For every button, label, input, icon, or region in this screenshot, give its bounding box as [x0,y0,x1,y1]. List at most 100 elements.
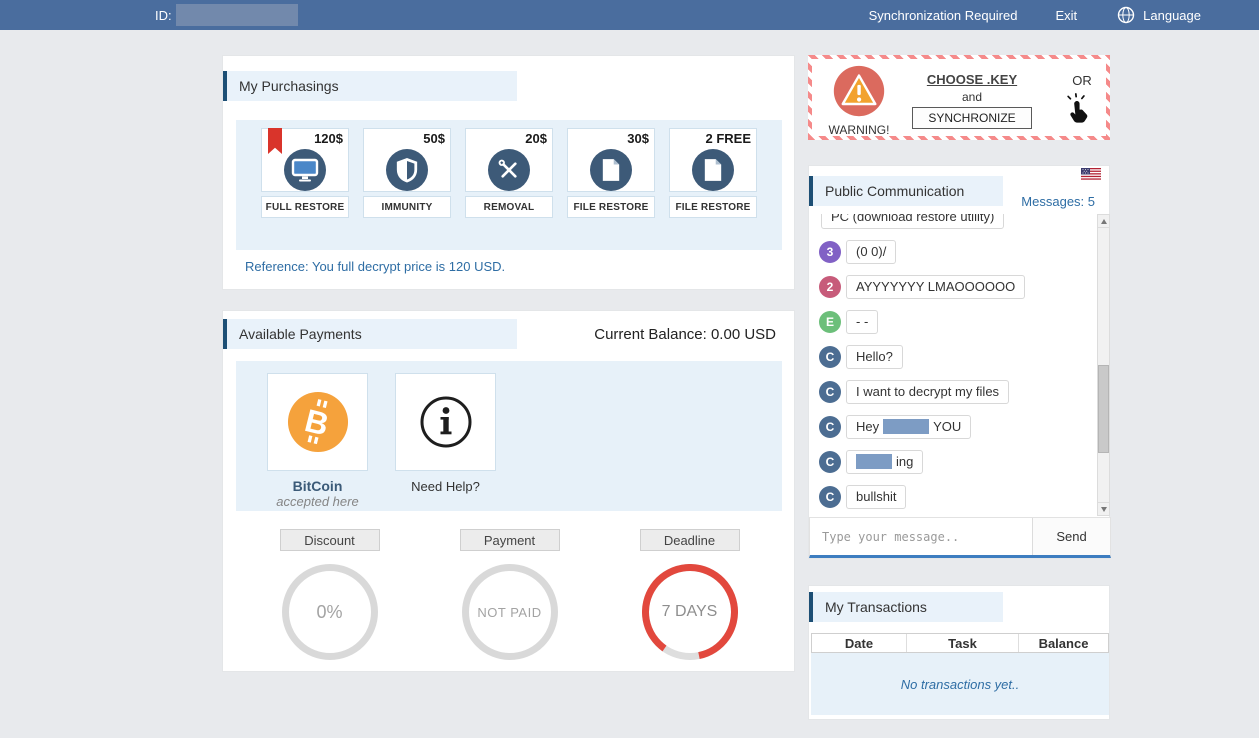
file-icon [590,149,632,191]
bitcoin-label: BitCoin [292,478,343,494]
product-tile-file-restore-free[interactable]: 2 FREE FILE RESTORE [669,128,757,250]
product-box: 20$ [465,128,553,192]
chat-message: PC (download restore utility) [821,214,1096,229]
click-hand-cursor-icon [1064,93,1094,130]
available-payments-header: Available Payments [223,319,517,349]
chat-message: C bullshit [819,485,1096,509]
warning-icon-column: WARNING! [828,65,890,137]
chat-bubble: bullshit [846,485,907,509]
payment-methods-area: B BitCoin accepted here Need Help? [236,361,782,511]
avatar: C [819,451,841,473]
chat-message: C I want to decrypt my files [819,380,1096,404]
redacted-text [883,419,930,434]
chat-message: 3 (0 0)/ [819,240,1096,264]
product-label: IMMUNITY [363,196,451,218]
scrollbar-thumb[interactable] [1098,365,1109,453]
chat-bubble: PC (download restore utility) [821,214,1005,229]
product-price: 20$ [525,131,547,146]
need-help-option[interactable]: Need Help? [395,373,496,494]
chat-message: C Hello? [819,345,1096,369]
file-icon [692,149,734,191]
column-balance: Balance [1038,635,1089,651]
product-tile-removal[interactable]: 20$ REMOVAL [465,128,553,250]
bitcoin-icon: B [267,373,368,471]
avatar: C [819,346,841,368]
product-label: FULL RESTORE [261,196,349,218]
discount-label: Discount [279,529,380,551]
need-help-label: Need Help? [411,479,480,494]
discount-value: 0% [316,601,343,622]
client-id-label: ID: [155,7,172,23]
top-bar-right: Synchronization Required Exit Language [869,6,1201,24]
public-communication-title: Public Communication [825,183,965,199]
deadline-value: 7 DAYS [661,603,718,620]
product-box: 2 FREE [669,128,757,192]
product-tile-immunity[interactable]: 50$ IMMUNITY [363,128,451,250]
product-price: 2 FREE [705,131,751,146]
warning-actions: CHOOSE .KEY and SYNCHRONIZE [908,71,1036,129]
my-transactions-header: My Transactions [809,592,1003,622]
avatar: 3 [819,241,841,263]
column-task: Task [907,634,1019,652]
chat-message-input[interactable] [810,518,1032,555]
warning-triangle-icon [833,65,885,121]
my-transactions-card: My Transactions Date Task Balance No tra… [808,585,1110,720]
product-box: 50$ [363,128,451,192]
current-balance: Current Balance: 0.00 USD [594,326,776,343]
redacted-text [856,454,892,469]
language-button[interactable]: Language [1143,8,1201,23]
chat-message: C ing [819,450,1096,474]
chat-message: C Hey YOU [819,415,1096,439]
chat-scrollbar[interactable] [1097,214,1110,516]
chat-message: E - - [819,310,1096,334]
sync-required-status: Synchronization Required [868,7,1018,23]
featured-ribbon-icon [268,128,282,154]
send-button[interactable]: Send [1032,518,1110,555]
gauges-row: Discount 0% Payment NOT PAID Deadline 7 … [223,529,796,660]
payment-gauge: Payment NOT PAID [458,529,562,660]
reference-price-text: Reference: You full decrypt price is 120… [245,259,506,274]
avatar: C [819,486,841,508]
chat-viewport: PC (download restore utility) 3 (0 0)/ 2… [809,214,1096,516]
globe-icon [1117,6,1135,24]
bitcoin-sublabel: accepted here [276,494,359,509]
product-label: REMOVAL [465,196,553,218]
available-payments-card: Available Payments Current Balance: 0.00… [222,310,795,672]
chat-bubble: ing [846,450,924,474]
transactions-table-header: Date Task Balance [811,633,1109,653]
discount-ring: 0% [281,564,378,660]
choose-key-link[interactable]: CHOOSE .KEY [927,72,1017,87]
scroll-up-icon[interactable] [1098,215,1109,228]
messages-count: Messages: 5 [1021,194,1095,209]
sync-warning-box: WARNING! CHOOSE .KEY and SYNCHRONIZE OR [808,55,1110,140]
avatar: C [819,416,841,438]
product-price: 30$ [627,131,649,146]
chat-bubble: I want to decrypt my files [846,380,1010,404]
and-text: and [961,90,983,104]
my-purchasings-title: My Purchasings [239,78,339,94]
chat-text: YOU [933,419,962,434]
client-id-value-redacted [175,4,298,26]
no-transactions-text: No transactions yet.. [900,676,1020,692]
chat-message: 2 AYYYYYYY LMAOOOOOO [819,275,1096,299]
payment-ring: NOT PAID [461,564,558,660]
deadline-gauge: Deadline 7 DAYS [638,529,742,660]
chat-bubble: Hello? [846,345,903,369]
scroll-down-icon[interactable] [1098,502,1109,515]
product-price: 50$ [423,131,445,146]
product-tile-file-restore[interactable]: 30$ FILE RESTORE [567,128,655,250]
synchronize-button[interactable]: SYNCHRONIZE [912,107,1032,129]
info-icon [395,373,496,471]
or-text: OR [1072,73,1092,88]
avatar: E [819,311,841,333]
exit-button[interactable]: Exit [1055,8,1077,23]
monitor-icon [284,149,326,191]
product-tile-full-restore[interactable]: 120$ FULL RESTORE [261,128,349,250]
my-purchasings-card: My Purchasings 120$ FULL RESTORE 50$ IMM… [222,55,795,290]
transactions-body: No transactions yet.. [811,653,1109,715]
chat-input-row: Send [809,517,1111,558]
bitcoin-payment-option[interactable]: B BitCoin accepted here [267,373,368,509]
product-label: FILE RESTORE [669,196,757,218]
payment-value: NOT PAID [477,604,542,620]
product-price: 120$ [314,131,343,146]
